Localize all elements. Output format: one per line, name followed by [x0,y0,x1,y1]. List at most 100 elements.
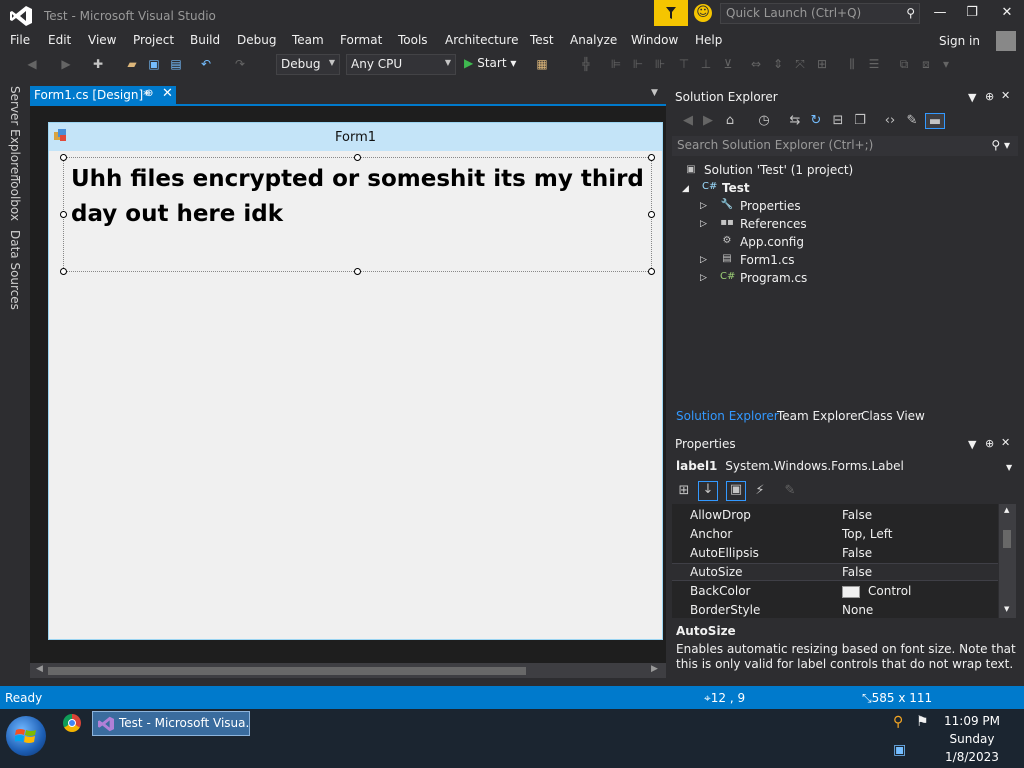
forward-icon[interactable]: ▶ [700,113,716,129]
property-name-autoellipsis[interactable]: AutoEllipsis [690,546,759,560]
send-to-back-icon[interactable]: ⧈ [918,56,934,72]
preview-selected-items-icon[interactable]: ▬ [925,113,945,129]
menu-project[interactable]: Project [133,33,174,47]
property-name-backcolor[interactable]: BackColor [690,584,750,598]
properties-vertical-scrollbar[interactable] [999,504,1016,618]
close-panel-icon[interactable]: ✕ [1001,89,1010,102]
bring-to-front-icon[interactable]: ⧉ [896,56,912,72]
scroll-down-icon[interactable]: ▼ [1004,605,1009,613]
tab-team-explorer[interactable]: Team Explorer [777,409,863,423]
menu-view[interactable]: View [88,33,116,47]
property-value-borderstyle[interactable]: None [842,603,873,617]
menu-analyze[interactable]: Analyze [570,33,617,47]
label1-text[interactable]: Uhh files encrypted or someshit its my t… [71,162,646,232]
property-value-allowdrop[interactable]: False [842,508,872,522]
sync-with-active-document-icon[interactable]: ⇆ [787,113,803,129]
chevron-down-icon[interactable]: ▼ [1006,463,1012,472]
tree-item-references[interactable]: References [740,217,807,231]
panel-options-dropdown-icon[interactable]: ▼ [968,91,976,104]
menu-window[interactable]: Window [631,33,678,47]
menu-format[interactable]: Format [340,33,382,47]
size-to-grid-icon[interactable]: ⊞ [814,56,830,72]
menu-help[interactable]: Help [695,33,722,47]
feedback-flag-icon[interactable] [654,0,688,26]
align-to-grid-icon[interactable]: ╬ [578,56,594,72]
collapsed-arrow-icon[interactable]: ▷ [700,201,707,211]
resize-handle-e[interactable] [648,211,655,218]
collapse-all-icon[interactable]: ⊟ [830,113,846,129]
menu-debug[interactable]: Debug [237,33,276,47]
close-panel-icon[interactable]: ✕ [1001,436,1010,449]
pin-icon[interactable]: ⊕ [985,437,994,450]
scroll-left-icon[interactable]: ◀ [36,664,43,674]
redo-icon[interactable]: ↷ [232,56,248,72]
collapsed-arrow-icon[interactable]: ▷ [700,219,707,229]
align-centers-icon[interactable]: ⊩ [630,56,646,72]
tree-item-program-cs[interactable]: Program.cs [740,271,807,285]
action-center-icon[interactable]: ▣ [893,742,906,758]
toolbox-tab[interactable]: Toolbox [8,176,22,221]
system-clock[interactable]: 11:09 PM Sunday 1/8/2023 [934,712,1010,766]
document-list-dropdown-icon[interactable]: ▼ [651,88,658,98]
tree-item-solution[interactable]: Solution 'Test' (1 project) [704,163,853,177]
resize-handle-nw[interactable] [60,154,67,161]
make-same-size-icon[interactable]: ⤧ [792,56,808,72]
property-name-borderstyle[interactable]: BorderStyle [690,603,760,617]
pin-icon[interactable]: ⊕ [145,88,153,99]
open-file-icon[interactable]: ▰ [124,56,140,72]
account-avatar-icon[interactable] [996,31,1016,51]
menu-tools[interactable]: Tools [398,33,428,47]
expanded-arrow-icon[interactable]: ◢ [682,184,689,194]
back-icon[interactable]: ◀ [680,113,696,129]
make-same-height-icon[interactable]: ⇕ [770,56,786,72]
tree-item-app-config[interactable]: App.config [740,235,804,249]
server-explorer-tab[interactable]: Server Explorer [8,86,22,179]
pin-icon[interactable]: ⊕ [985,90,994,103]
properties-view-icon[interactable]: ▣ [726,481,746,501]
resize-handle-s[interactable] [354,268,361,275]
tree-item-form1-cs[interactable]: Form1.cs [740,253,795,267]
maximize-button[interactable]: ❐ [962,5,982,23]
menu-file[interactable]: File [10,33,30,47]
panel-options-dropdown-icon[interactable]: ▼ [968,438,976,451]
scroll-up-icon[interactable]: ▲ [1004,506,1009,514]
property-name-anchor[interactable]: Anchor [690,527,732,541]
collapsed-arrow-icon[interactable]: ▷ [700,255,707,265]
menu-team[interactable]: Team [292,33,324,47]
collapsed-arrow-icon[interactable]: ▷ [700,273,707,283]
data-sources-tab[interactable]: Data Sources [8,230,22,310]
save-all-icon[interactable]: ▤ [168,56,184,72]
tab-class-view[interactable]: Class View [861,409,925,423]
solution-explorer-search-input[interactable]: Search Solution Explorer (Ctrl+;) ⚲ ▾ [672,136,1018,156]
align-middles-icon[interactable]: ⊥ [698,56,714,72]
property-value-autoellipsis[interactable]: False [842,546,872,560]
menu-edit[interactable]: Edit [48,33,71,47]
align-rights-icon[interactable]: ⊪ [652,56,668,72]
close-tab-icon[interactable]: ✕ [162,86,173,101]
align-bottoms-icon[interactable]: ⊻ [720,56,736,72]
menu-test[interactable]: Test [530,33,554,47]
show-all-files-icon[interactable]: ❐ [852,113,868,129]
refresh-icon[interactable]: ↻ [808,113,824,129]
taskbar-item-visual-studio[interactable]: Test - Microsoft Visua... [92,711,250,736]
categorized-icon[interactable]: ⊞ [676,483,692,499]
solution-configuration-select[interactable]: Debug ▼ [276,54,340,75]
new-project-icon[interactable]: ✚ [90,56,106,72]
vertical-spacing-icon[interactable]: ☰ [866,56,882,72]
search-tray-icon[interactable]: ⚲ [893,714,903,730]
navigate-back-icon[interactable]: ◀ [24,56,40,72]
property-name-autosize[interactable]: AutoSize [690,565,743,579]
scrollbar-thumb[interactable] [48,667,526,675]
property-value-anchor[interactable]: Top, Left [842,527,892,541]
navigate-forward-icon[interactable]: ▶ [58,56,74,72]
tab-solution-explorer[interactable]: Solution Explorer [676,409,779,423]
property-object-selector[interactable]: label1 System.Windows.Forms.Label [676,459,904,473]
toolbar-overflow-icon[interactable]: ▾ [938,56,954,72]
undo-icon[interactable]: ↶ [198,56,214,72]
resize-handle-se[interactable] [648,268,655,275]
events-lightning-icon[interactable]: ⚡ [752,483,768,499]
tree-item-project[interactable]: Test [722,181,750,195]
properties-wrench-icon[interactable]: ✎ [904,113,920,129]
property-value-backcolor[interactable]: Control [842,584,911,598]
resize-handle-n[interactable] [354,154,361,161]
